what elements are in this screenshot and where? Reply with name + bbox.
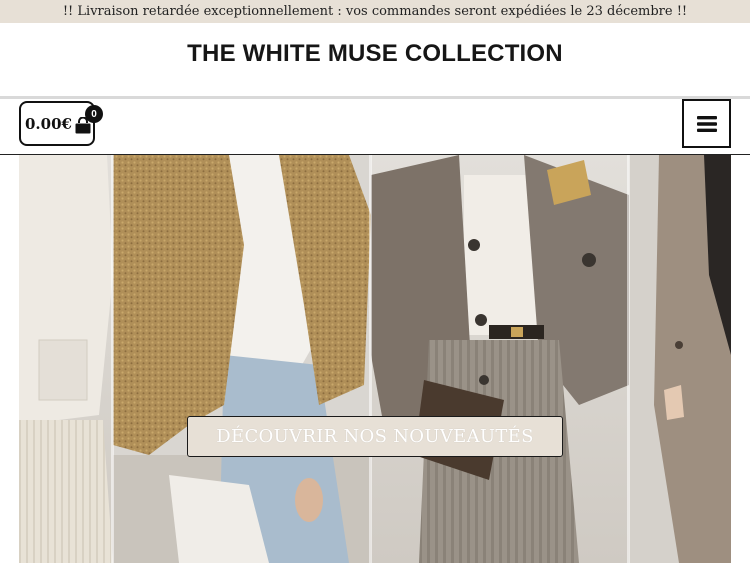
discover-new-arrivals-button[interactable]: DÉCOUVRIR NOS NOUVEAUTÉS: [187, 416, 563, 457]
menu-button[interactable]: [682, 99, 731, 148]
cart-button[interactable]: 0.00€: [19, 101, 95, 146]
announcement-text: !! Livraison retardée exceptionnellement…: [62, 4, 688, 19]
hamburger-menu-icon: [696, 115, 717, 132]
hero-banner[interactable]: [19, 155, 731, 563]
site-header: THE WHITE MUSE COLLECTION: [0, 23, 750, 97]
announcement-bar: !! Livraison retardée exceptionnellement…: [0, 0, 750, 23]
hero-image: [19, 155, 731, 563]
cart-total: 0.00€: [25, 114, 72, 133]
site-title[interactable]: THE WHITE MUSE COLLECTION: [187, 40, 563, 68]
cta-label: DÉCOUVRIR NOS NOUVEAUTÉS: [216, 426, 534, 447]
cart-count-badge: 0: [85, 105, 103, 123]
nav-bar: 0.00€ 0: [0, 99, 750, 155]
